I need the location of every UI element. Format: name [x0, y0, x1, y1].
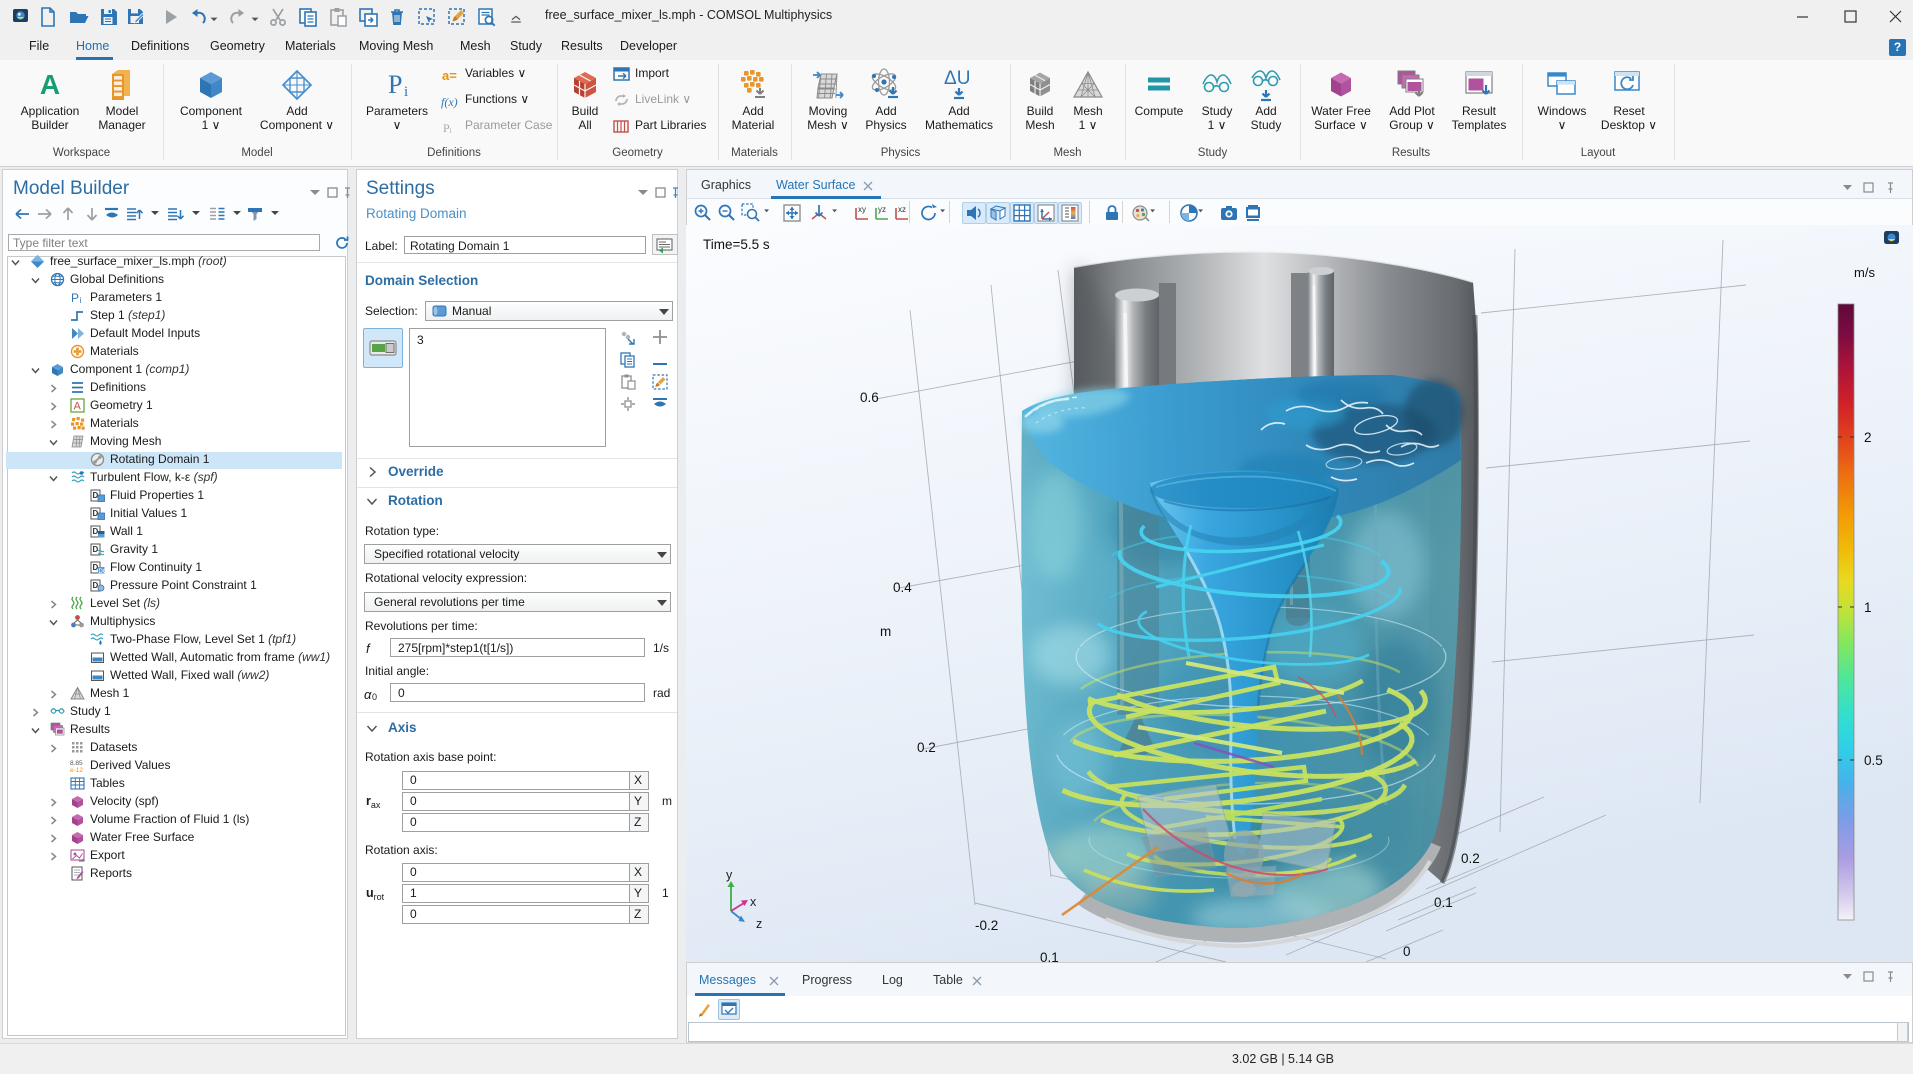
svg-text:0: 0	[1403, 944, 1411, 959]
svg-text:a=: a=	[442, 68, 457, 83]
svg-text:D: D	[93, 509, 99, 518]
svg-text:A: A	[74, 401, 82, 413]
svg-text:0.2: 0.2	[1461, 851, 1480, 866]
svg-text:i: i	[80, 296, 82, 305]
svg-text:y: y	[726, 868, 733, 882]
svg-text:P: P	[71, 291, 79, 305]
svg-text:ΔU: ΔU	[944, 68, 970, 89]
svg-text:D: D	[93, 491, 99, 500]
svg-text:D: D	[93, 545, 99, 554]
svg-text:x: x	[750, 895, 757, 909]
svg-text:0.6: 0.6	[860, 390, 879, 405]
svg-text:Pᵢ: Pᵢ	[443, 121, 452, 135]
svg-text:i: i	[404, 84, 408, 100]
svg-text:m: m	[880, 624, 891, 639]
svg-text:0.5: 0.5	[1864, 753, 1883, 768]
svg-text:0.4: 0.4	[893, 580, 912, 595]
svg-text:e-12: e-12	[70, 767, 83, 774]
svg-text:D: D	[93, 527, 99, 536]
svg-text:D: D	[93, 581, 99, 590]
svg-text:P: P	[388, 70, 402, 99]
svg-text:m/s: m/s	[1854, 265, 1875, 280]
svg-text:xy: xy	[858, 205, 866, 214]
svg-text:Time=5.5 s: Time=5.5 s	[703, 237, 770, 252]
svg-text:yz: yz	[878, 205, 886, 214]
svg-text:8.85: 8.85	[70, 760, 83, 767]
svg-text:A: A	[40, 69, 60, 100]
svg-text:xz: xz	[898, 205, 906, 214]
svg-text:1: 1	[1864, 600, 1872, 615]
svg-text:z: z	[756, 917, 762, 931]
svg-text:f(x): f(x)	[441, 95, 458, 109]
svg-text:-0.2: -0.2	[975, 918, 998, 933]
svg-text:DC: DC	[99, 569, 108, 575]
svg-text:0.2: 0.2	[917, 740, 936, 755]
svg-text:2: 2	[1864, 430, 1872, 445]
svg-text:0.1: 0.1	[1434, 895, 1453, 910]
